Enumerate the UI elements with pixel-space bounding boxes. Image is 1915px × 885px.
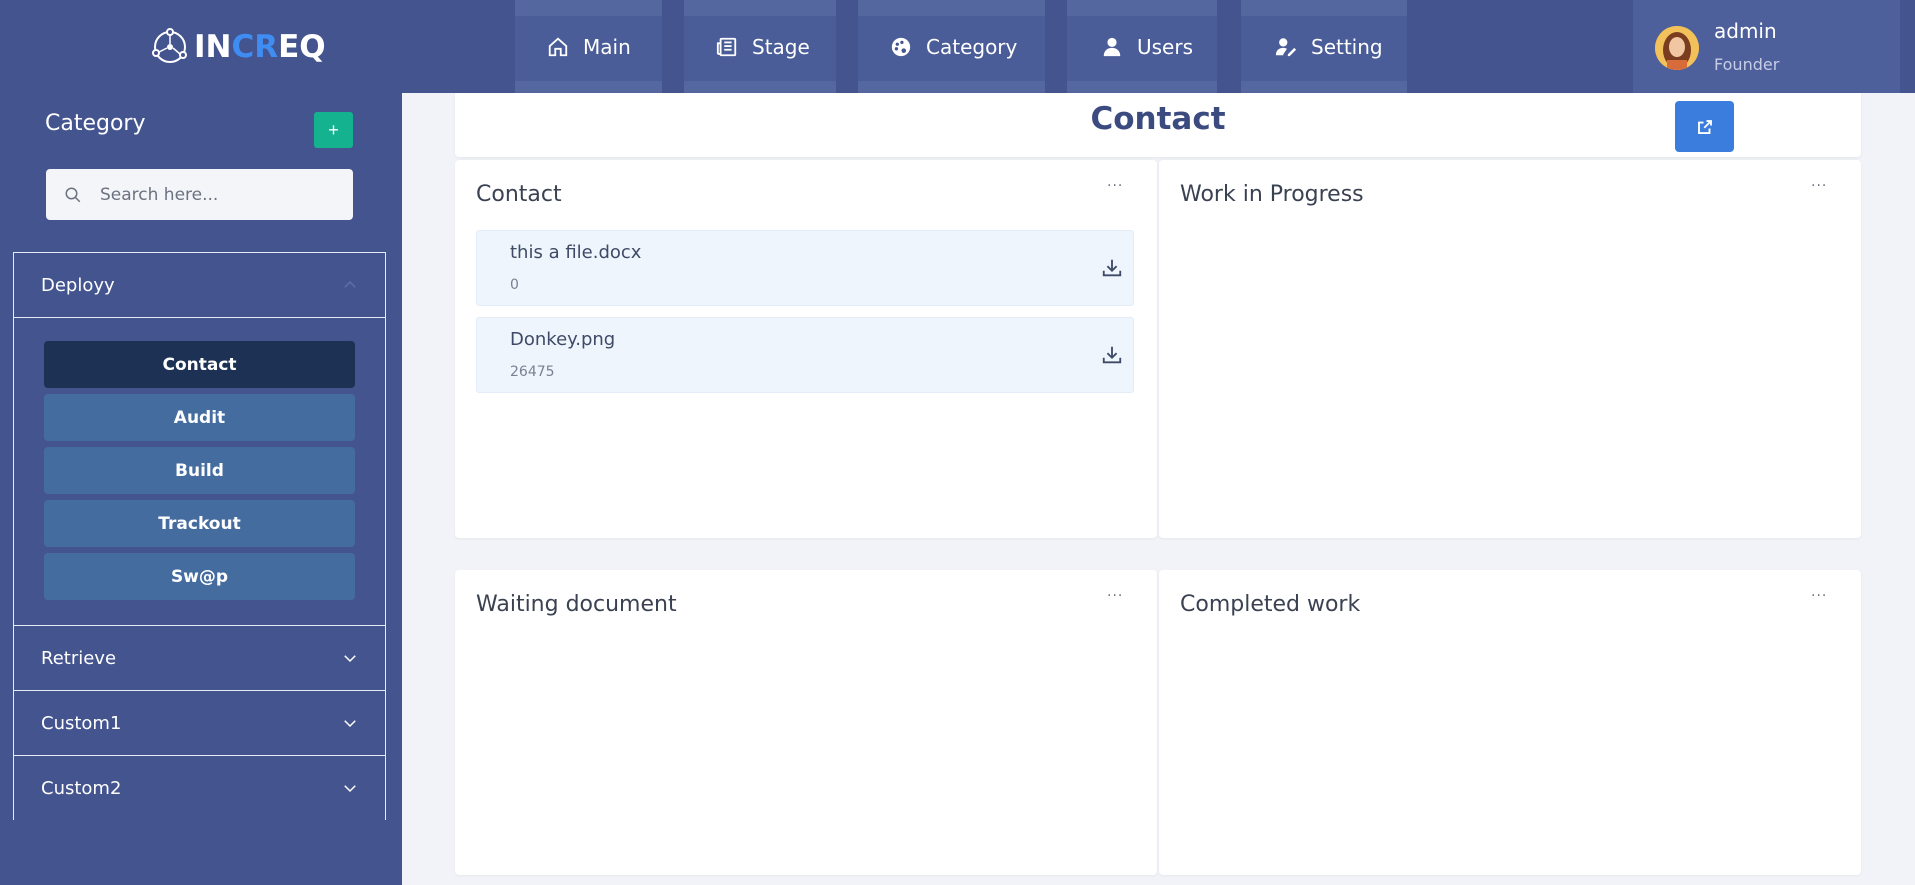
card-title: Work in Progress [1180,182,1364,207]
brand-logo[interactable]: INCREQ [150,26,326,68]
accordion-section-deployy: Deployy Contact Audit Build Trackout Sw@… [13,252,386,625]
top-navbar: INCREQ Main Stage Category Users Setting [0,0,1915,93]
avatar [1655,26,1699,70]
chevron-down-icon [344,655,356,663]
chevron-up-icon [344,280,356,288]
more-options-icon[interactable]: ··· [1107,588,1129,604]
card-work-in-progress: Work in Progress ··· [1159,160,1861,538]
accordion-header-retrieve[interactable]: Retrieve [14,626,385,690]
accordion-body-deployy: Contact Audit Build Trackout Sw@p [14,317,385,625]
file-item[interactable]: this a file.docx 0 [476,230,1134,306]
user-menu[interactable]: admin Founder [1633,0,1900,93]
accordion-label: Retrieve [41,647,117,669]
card-completed-work: Completed work ··· [1159,570,1861,875]
nav-item-label: Main [583,35,631,59]
user-name: admin [1714,19,1777,43]
nav-item-category[interactable]: Category [890,30,1017,64]
card-contact: Contact ··· this a file.docx 0 Donkey.pn… [455,160,1157,538]
chevron-down-icon [344,720,356,728]
newspaper-icon [716,37,737,57]
nav-item-main[interactable]: Main [547,30,631,64]
nav-item-label: Setting [1311,35,1383,59]
file-name: Donkey.png [510,329,616,350]
nav-item-users[interactable]: Users [1101,30,1193,64]
sidebar-title: Category [45,111,146,136]
more-options-icon[interactable]: ··· [1811,588,1833,604]
more-options-icon[interactable]: ··· [1811,178,1833,194]
accordion-label: Custom2 [41,777,122,799]
category-accordion: Deployy Contact Audit Build Trackout Sw@… [13,252,386,885]
accordion-header-custom1[interactable]: Custom1 [14,691,385,755]
brand-name: INCREQ [194,29,326,65]
download-icon[interactable] [1101,344,1123,366]
page-title: Contact [1090,101,1226,137]
card-title: Waiting document [476,592,677,617]
accordion-header-deployy[interactable]: Deployy [14,253,385,317]
card-waiting-document: Waiting document ··· [455,570,1157,875]
accordion-label: Custom1 [41,712,122,734]
search-box[interactable] [46,169,353,220]
user-edit-icon [1275,38,1297,57]
page-header: Contact [455,93,1861,157]
user-role: Founder [1714,55,1780,74]
nav-item-label: Category [926,35,1018,59]
nav-item-setting[interactable]: Setting [1275,30,1383,64]
open-external-button[interactable] [1675,101,1734,152]
search-icon [65,187,81,202]
accordion-section-custom2: Custom2 [13,755,386,820]
chevron-down-icon [344,785,356,793]
file-name: this a file.docx [510,242,642,263]
user-icon [1103,37,1121,57]
more-options-icon[interactable]: ··· [1107,178,1129,194]
card-title: Contact [476,182,562,207]
sidebar: Category + Deployy Contact Audit Build T… [0,93,402,885]
subcategory-swap-button[interactable]: Sw@p [44,553,355,600]
accordion-label: Deployy [41,274,115,296]
network-icon [152,28,187,63]
accordion-section-custom1: Custom1 [13,690,386,755]
accordion-header-custom2[interactable]: Custom2 [14,756,385,820]
card-title: Completed work [1180,592,1361,617]
palette-icon [891,37,911,57]
file-item[interactable]: Donkey.png 26475 [476,317,1134,393]
home-icon [548,37,568,57]
nav-item-label: Users [1137,35,1194,59]
external-link-icon [1697,119,1712,134]
nav-item-stage[interactable]: Stage [716,30,810,64]
add-category-button[interactable]: + [314,112,353,148]
subcategory-trackout-button[interactable]: Trackout [44,500,355,547]
subcategory-contact-button[interactable]: Contact [44,341,355,388]
file-size: 0 [510,277,519,293]
download-icon[interactable] [1101,257,1123,279]
file-size: 26475 [510,364,555,380]
nav-item-label: Stage [752,35,810,59]
accordion-section-retrieve: Retrieve [13,625,386,690]
subcategory-build-button[interactable]: Build [44,447,355,494]
search-input[interactable] [100,184,340,205]
subcategory-audit-button[interactable]: Audit [44,394,355,441]
